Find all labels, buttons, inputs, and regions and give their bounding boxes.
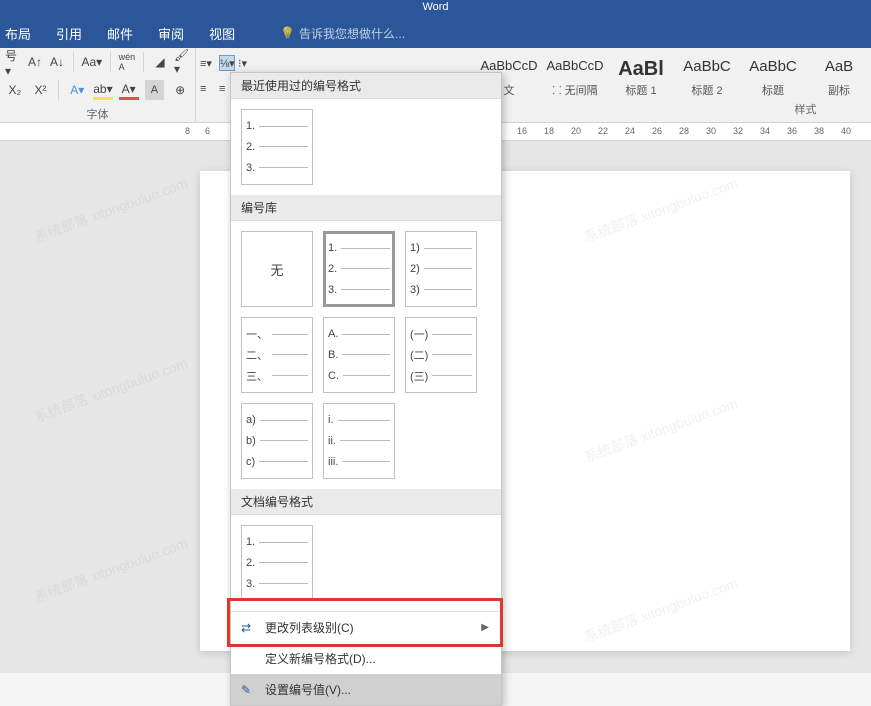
numbering-format-tile[interactable]: 1)2)3) [405,231,477,307]
ruler-tick: 38 [814,126,824,136]
font-group-label: 字体 [0,104,195,122]
text-effects-icon[interactable]: A▾ [67,80,87,100]
styles-group-label: 样式 [480,101,871,117]
ruler-tick: 20 [571,126,581,136]
title-bar: Word [0,0,871,18]
numbering-dropdown: 最近使用过的编号格式 1.2.3. 编号库 无1.2.3.1)2)3)一、二、三… [230,72,502,706]
align-left-icon[interactable]: ≡ [200,81,216,97]
ruler-tick: 30 [706,126,716,136]
phonetic-guide-icon[interactable]: wénA [119,52,136,72]
style-item-3[interactable]: AaBbC标题 2 [678,58,736,98]
ruler-tick: 18 [544,126,554,136]
menu-layout[interactable]: 布局 [5,24,31,43]
menu-references[interactable]: 引用 [56,24,82,43]
increase-font-icon[interactable]: A↑ [27,52,43,72]
numbering-format-tile[interactable]: i.ii.iii. [323,403,395,479]
tell-me[interactable]: 💡 告诉我您想做什么... [280,25,405,42]
change-list-level[interactable]: ⇄ 更改列表级别(C) ▶ [231,612,501,643]
ruler-tick: 34 [760,126,770,136]
format-painter-icon[interactable]: 🖌▾ [174,52,190,72]
ruler-tick: 16 [517,126,527,136]
numbering-icon[interactable]: ⅛▾ [219,55,235,71]
numbering-format-tile[interactable]: (一)(二)(三) [405,317,477,393]
char-shading-icon[interactable]: A [145,80,165,100]
clear-format-icon[interactable]: ◢ [152,52,168,72]
numbering-format-tile[interactable]: 1.2.3. [241,109,313,185]
font-color-icon[interactable]: A▾ [119,80,139,100]
edit-number-icon: ✎ [241,683,251,697]
menu-view[interactable]: 视图 [209,24,235,43]
define-new-format[interactable]: 定义新编号格式(D)... [231,643,501,674]
numbering-format-tile[interactable]: 1.2.3. [323,231,395,307]
ruler-tick: 36 [787,126,797,136]
change-case-icon[interactable]: Aa▾ [82,52,102,72]
ruler-tick: 22 [598,126,608,136]
menu-review[interactable]: 审阅 [158,24,184,43]
menu-bar: 布局 引用 邮件 审阅 视图 💡 告诉我您想做什么... [0,18,871,48]
enclose-char-icon[interactable]: ⊕ [170,80,190,100]
chevron-right-icon: ▶ [481,622,489,633]
lightbulb-icon: 💡 [280,26,295,40]
multilevel-icon[interactable]: ⁝▾ [238,55,254,71]
numbering-format-tile[interactable]: 1.2.3. [241,525,313,601]
ruler-tick: 40 [841,126,851,136]
document-formats-header: 文档编号格式 [231,489,501,515]
subscript-icon[interactable]: X₂ [5,80,25,100]
numbering-none[interactable]: 无 [241,231,313,307]
style-item-2[interactable]: AaBl标题 1 [612,58,670,98]
ruler-tick: 24 [625,126,635,136]
numbering-format-tile[interactable]: a)b)c) [241,403,313,479]
menu-mailings[interactable]: 邮件 [107,24,133,43]
numbering-format-tile[interactable]: 一、二、三、 [241,317,313,393]
set-numbering-value[interactable]: ✎ 设置编号值(V)... [231,674,501,705]
decrease-font-icon[interactable]: A↓ [49,52,65,72]
ruler-tick: 32 [733,126,743,136]
ruler-tick: 28 [679,126,689,136]
ruler-tick: 6 [205,126,210,136]
indent-icon: ⇄ [241,621,251,635]
highlight-icon[interactable]: ab▾ [93,80,113,100]
ribbon-font-group: 号▾ A↑ A↓ Aa▾ wénA ◢ 🖌▾ X₂ X² A▾ ab▾ A▾ A… [0,48,195,122]
style-item-5[interactable]: AaB副标 [810,58,868,98]
ruler-tick: 26 [652,126,662,136]
font-size-dropdown[interactable]: 号▾ [5,52,21,72]
ruler-tick: 8 [185,126,190,136]
numbering-format-tile[interactable]: A.B.C. [323,317,395,393]
style-item-4[interactable]: AaBbC标题 [744,58,802,98]
bullets-icon[interactable]: ≡▾ [200,55,216,71]
numbering-library-header: 编号库 [231,195,501,221]
style-item-1[interactable]: AaBbCcD⸬ 无间隔 [546,58,604,98]
superscript-icon[interactable]: X² [31,80,51,100]
recent-formats-header: 最近使用过的编号格式 [231,73,501,99]
dropdown-footer: ⇄ 更改列表级别(C) ▶ 定义新编号格式(D)... ✎ 设置编号值(V)..… [231,611,501,705]
